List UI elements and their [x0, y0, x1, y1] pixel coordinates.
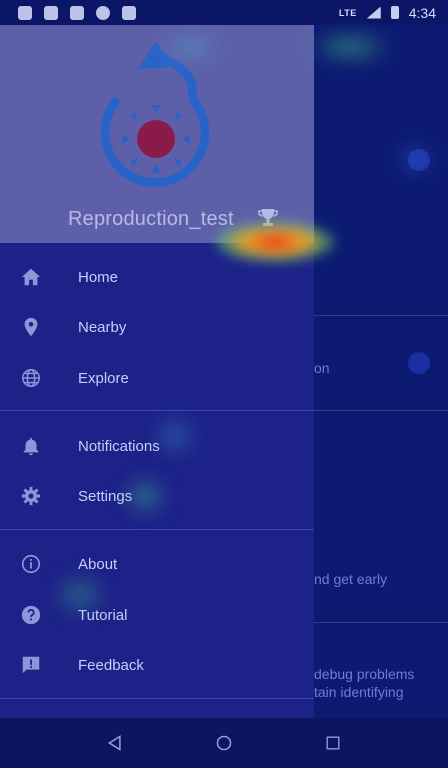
- drawer-header: Reproduction_test: [0, 25, 314, 243]
- recents-icon: [326, 736, 340, 750]
- background-text: tain identifying: [314, 684, 404, 700]
- nav-item-tutorial[interactable]: Tutorial: [0, 590, 314, 640]
- back-icon: [107, 735, 121, 751]
- nav-item-settings[interactable]: Settings: [0, 471, 314, 521]
- a-icon: [70, 5, 84, 20]
- trophy-icon[interactable]: [256, 206, 280, 230]
- background-text: on: [314, 360, 330, 376]
- globe-icon: [18, 365, 44, 391]
- divider: [314, 622, 448, 623]
- status-bar: LTE 4:34: [0, 0, 448, 25]
- navigation-drawer: Reproduction_test Home Nearby Explore No…: [0, 25, 314, 718]
- battery-icon: [390, 6, 399, 19]
- circle-icon: [96, 5, 110, 20]
- divider: [314, 315, 448, 316]
- bell-icon: [18, 433, 44, 459]
- background-screen: on nd get early debug problems tain iden…: [314, 25, 448, 718]
- location-pin-icon: [18, 314, 44, 340]
- nav-item-label: Feedback: [78, 656, 144, 674]
- nav-item-label: Nearby: [78, 318, 127, 336]
- recents-button[interactable]: [322, 732, 344, 754]
- nav-item-label: About: [78, 555, 118, 573]
- nav-item-label: Explore: [78, 369, 129, 387]
- nav-item-notifications[interactable]: Notifications: [0, 421, 314, 471]
- commons-logo-icon: [100, 41, 210, 188]
- nav-item-label: Notifications: [78, 437, 160, 455]
- status-system-icons: LTE 4:34: [339, 5, 436, 21]
- nav-item-nearby[interactable]: Nearby: [0, 302, 314, 352]
- divider: [0, 529, 314, 530]
- network-type: LTE: [338, 7, 357, 18]
- toggle-switch[interactable]: [408, 149, 430, 171]
- nav-item-explore[interactable]: Explore: [0, 353, 314, 403]
- nav-item-about[interactable]: About: [0, 539, 314, 589]
- sd-card-icon: [122, 5, 136, 20]
- home-button[interactable]: [213, 732, 235, 754]
- divider: [0, 410, 314, 411]
- username: Reproduction_test: [68, 208, 234, 230]
- back-button[interactable]: [104, 732, 126, 754]
- clock: 4:34: [408, 4, 436, 21]
- system-nav-bar: [0, 718, 448, 768]
- signal-icon: [366, 6, 381, 19]
- divider: [314, 410, 448, 411]
- toggle-switch[interactable]: [408, 352, 430, 374]
- shield-icon: [18, 5, 32, 20]
- feedback-icon: [18, 652, 44, 678]
- gear-icon: [18, 483, 44, 509]
- nav-item-label: Tutorial: [78, 606, 128, 624]
- shield-icon: [44, 5, 58, 20]
- nav-item-feedback[interactable]: Feedback: [0, 640, 314, 690]
- status-notification-icons: [18, 5, 136, 20]
- background-text: nd get early: [314, 571, 388, 587]
- nav-item-home[interactable]: Home: [0, 252, 314, 302]
- help-icon: [18, 602, 44, 628]
- nav-item-label: Home: [78, 268, 119, 286]
- background-text: debug problems: [314, 666, 415, 682]
- info-icon: [18, 551, 44, 577]
- home-icon: [18, 264, 44, 290]
- divider: [0, 698, 314, 699]
- home-circle-icon: [216, 735, 232, 751]
- nav-item-label: Settings: [78, 487, 133, 505]
